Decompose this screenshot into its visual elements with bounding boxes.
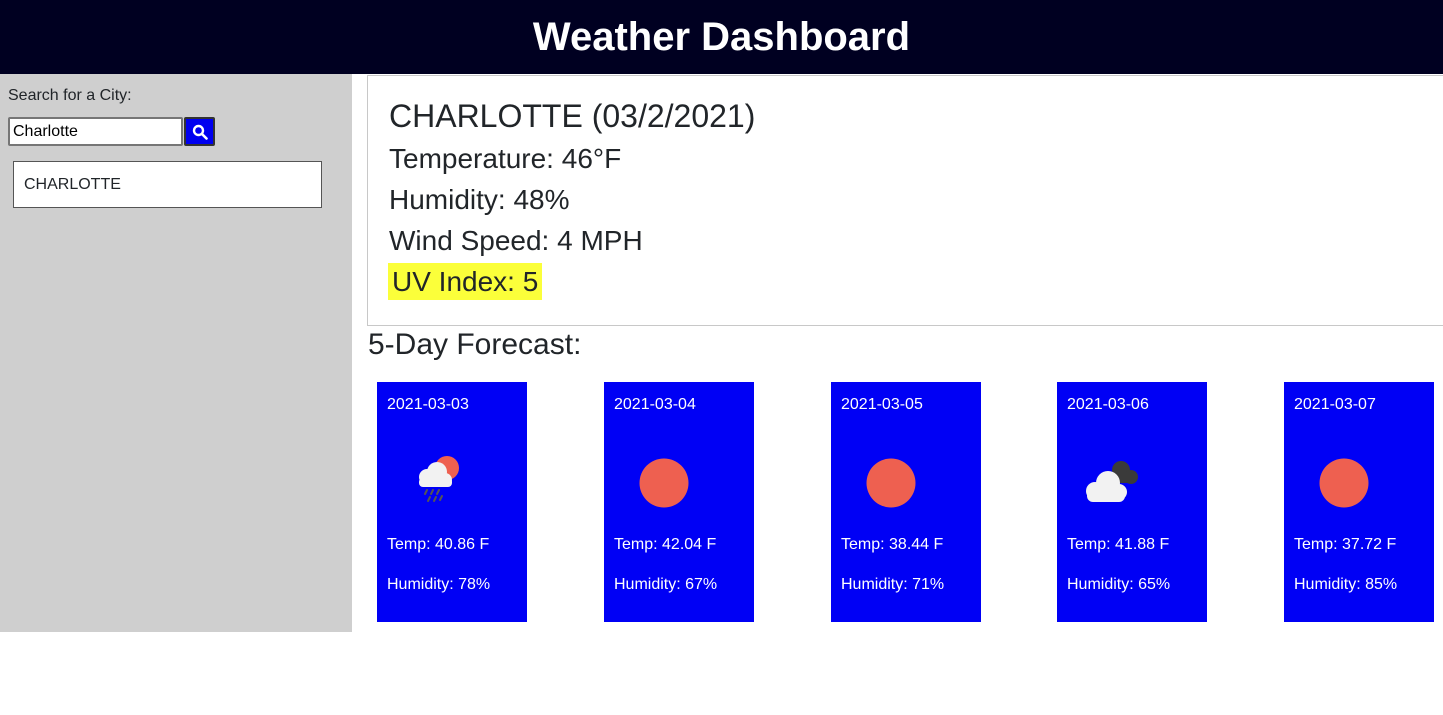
page-title: Weather Dashboard xyxy=(532,14,911,59)
forecast-card: 2021-03-06 Temp: 41.88 F Humidity: 65% xyxy=(1057,382,1207,622)
forecast-date: 2021-03-06 xyxy=(1067,396,1149,413)
sidebar: Search for a City: CHARLOTTE xyxy=(0,74,352,632)
forecast-date: 2021-03-05 xyxy=(841,396,923,413)
search-label: Search for a City: xyxy=(8,87,132,104)
search-button[interactable] xyxy=(184,117,215,146)
sun-icon xyxy=(866,458,916,508)
search-input[interactable] xyxy=(8,117,183,146)
search-icon xyxy=(192,124,208,140)
forecast-humidity: Humidity: 78% xyxy=(387,576,491,593)
forecast-date: 2021-03-04 xyxy=(614,396,696,413)
broken-clouds-icon xyxy=(1086,461,1138,502)
forecast-card: 2021-03-07 Temp: 37.72 F Humidity: 85% xyxy=(1284,382,1434,622)
forecast-temp: Temp: 42.04 F xyxy=(614,536,717,553)
history-item-charlotte[interactable]: CHARLOTTE xyxy=(13,161,322,208)
forecast-temp: Temp: 38.44 F xyxy=(841,536,944,553)
page-header: Weather Dashboard xyxy=(0,0,1443,74)
forecast-date: 2021-03-07 xyxy=(1294,396,1376,413)
current-temperature: Temperature: 46°F xyxy=(389,143,622,174)
current-humidity: Humidity: 48% xyxy=(389,184,570,215)
current-wind-speed: Wind Speed: 4 MPH xyxy=(389,225,643,256)
forecast-temp: Temp: 37.72 F xyxy=(1294,536,1397,553)
current-weather-panel: CHARLOTTE (03/2/2021) Temperature: 46°F … xyxy=(367,75,1443,326)
forecast-temp: Temp: 40.86 F xyxy=(387,536,490,553)
forecast-humidity: Humidity: 71% xyxy=(841,576,945,593)
sun-cloud-rain-icon xyxy=(419,456,459,502)
current-city-title: CHARLOTTE (03/2/2021) xyxy=(389,98,756,134)
sun-icon xyxy=(639,458,689,508)
forecast-temp: Temp: 41.88 F xyxy=(1067,536,1170,553)
forecast-humidity: Humidity: 85% xyxy=(1294,576,1398,593)
forecast-card: 2021-03-04 Temp: 42.04 F Humidity: 67% xyxy=(604,382,754,622)
sun-icon xyxy=(1319,458,1369,508)
uv-index-badge: UV Index: 5 xyxy=(388,263,543,300)
forecast-humidity: Humidity: 65% xyxy=(1067,576,1171,593)
forecast-date: 2021-03-03 xyxy=(387,396,469,413)
forecast-title: 5-Day Forecast: xyxy=(368,328,582,361)
forecast-card: 2021-03-05 Temp: 38.44 F Humidity: 71% xyxy=(831,382,981,622)
forecast-card: 2021-03-03 Temp: 40.86 F Humidity: 78% xyxy=(377,382,527,622)
forecast-humidity: Humidity: 67% xyxy=(614,576,718,593)
